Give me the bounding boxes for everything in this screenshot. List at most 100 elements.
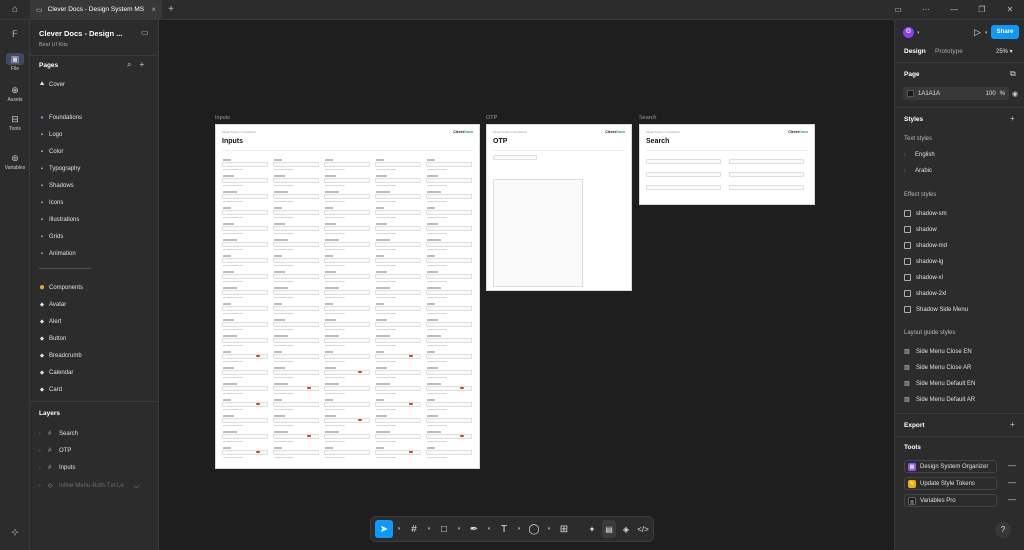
share-button[interactable]: Share [991, 25, 1019, 39]
layout-style-close-ar[interactable]: ▥ Side Menu Close AR [904, 364, 971, 372]
effect-style-shadow-2xl[interactable]: shadow-2xl [904, 290, 946, 297]
page-item-logo[interactable]: • Logo [39, 132, 62, 138]
layer-search[interactable]: › # Search [39, 431, 78, 437]
home-icon[interactable]: ⌂ [0, 0, 30, 20]
dev-mode-icon[interactable]: </> [636, 520, 650, 538]
more-icon[interactable]: ⋯ [912, 5, 940, 14]
remove-tool-icon[interactable]: — [1008, 478, 1016, 487]
frame-otp[interactable]: Design System / Foundations CleverDocs O… [486, 124, 632, 291]
page-color-field[interactable]: 1A1A1A 100 % [903, 87, 1009, 100]
frame-label-search[interactable]: Search [639, 115, 656, 121]
page-opacity-value[interactable]: 100 [986, 91, 996, 97]
page-item-card[interactable]: ◆ Card [39, 387, 62, 393]
actions-tool-icon[interactable]: ⊞ [555, 520, 573, 538]
page-item-breadcrumb[interactable]: ◆ Breadcrumb [39, 353, 82, 359]
effect-style-shadow-md[interactable]: shadow-md [904, 242, 947, 249]
canvas[interactable]: Inputs Design System / Foundations Cleve… [159, 20, 894, 550]
expand-icon[interactable]: › [39, 483, 44, 489]
page-item-calendar[interactable]: ◆ Calendar [39, 370, 73, 376]
layout-style-close-en[interactable]: ▥ Side Menu Close EN [904, 348, 972, 356]
ai-tool-icon[interactable]: ✦ [585, 520, 599, 538]
rail-assets[interactable]: ⊕ Assets [0, 84, 30, 103]
remove-tool-icon[interactable]: — [1008, 495, 1016, 504]
add-style-icon[interactable]: + [1010, 114, 1015, 123]
layer-otp[interactable]: › # OTP [39, 448, 71, 454]
tool-design-system-organizer[interactable]: ▦ Design System Organizer [904, 460, 997, 473]
shape-tool-icon[interactable]: □ [435, 520, 453, 538]
file-tab[interactable]: ▭ Clever Docs - Design System MS × [30, 0, 162, 20]
add-page-icon[interactable]: + [139, 60, 144, 70]
eye-icon[interactable]: ◉ [1012, 90, 1018, 98]
remove-tool-icon[interactable]: — [1008, 461, 1016, 470]
add-export-icon[interactable]: + [1010, 420, 1015, 429]
page-item-color[interactable]: • Color [39, 149, 63, 155]
page-item-typography[interactable]: • Typography [39, 166, 80, 172]
comment-tool-icon[interactable]: ◯ [525, 520, 543, 538]
new-tab-button[interactable]: + [162, 4, 180, 15]
text-tool-icon[interactable]: T [495, 520, 513, 538]
expand-icon[interactable]: › [904, 168, 910, 174]
tab-design[interactable]: Design [904, 48, 926, 55]
text-tool-caret-icon[interactable]: ▾ [516, 520, 522, 538]
rail-file[interactable]: ▣ File [0, 53, 30, 72]
tool-variables-pro[interactable]: ◎ Variables Pro [904, 494, 997, 507]
text-style-arabic[interactable]: › Arabic [904, 168, 932, 174]
zoom-level[interactable]: 25% ▾ [996, 48, 1013, 55]
sidebar-toggle-icon[interactable]: ▭ [141, 28, 149, 37]
layout-style-default-en[interactable]: ▥ Side Menu Default EN [904, 380, 975, 388]
effect-style-shadow-lg[interactable]: shadow-lg [904, 258, 943, 265]
page-item-button[interactable]: ◆ Button [39, 336, 66, 342]
page-item-animation[interactable]: • Animation [39, 251, 76, 257]
visibility-icon[interactable]: ◡ [134, 482, 139, 489]
tool-update-style-tokens[interactable]: ✎ Update Style Tokens [904, 477, 997, 490]
expand-icon[interactable]: › [39, 448, 44, 454]
layer-inline-menu[interactable]: › ◇ Inline-Menu-Both-Txt-Le ◡ [39, 482, 139, 490]
frame-search[interactable]: Design System / Foundations CleverDocs S… [639, 124, 815, 205]
page-item-grids[interactable]: • Grids [39, 234, 63, 240]
page-item-shadows[interactable]: • Shadows [39, 183, 74, 189]
text-style-english[interactable]: › English [904, 152, 935, 158]
page-item-foundations[interactable]: ● Foundations [39, 115, 82, 121]
move-tool-icon[interactable]: ➤ [375, 520, 393, 538]
effect-style-shadow-xl[interactable]: shadow-xl [904, 274, 943, 281]
page-item-cover[interactable]: ⛰ Cover [39, 81, 65, 88]
layout-mode-icon[interactable]: ▤ [602, 520, 616, 538]
tab-prototype[interactable]: Prototype [935, 48, 963, 55]
page-item-illustrations[interactable]: • Illustrations [39, 217, 79, 223]
comment-tool-caret-icon[interactable]: ▾ [546, 520, 552, 538]
page-item-components[interactable]: ⬢ Components [39, 285, 83, 291]
layout-style-default-ar[interactable]: ▥ Side Menu Default AR [904, 396, 975, 404]
effect-style-shadow-side-menu[interactable]: Shadow Side Menu [904, 306, 968, 313]
prototype-mode-icon[interactable]: ◈ [619, 520, 633, 538]
pen-tool-caret-icon[interactable]: ▾ [486, 520, 492, 538]
expand-icon[interactable]: › [39, 431, 44, 437]
help-button[interactable]: ? [995, 522, 1011, 538]
rail-variables[interactable]: ⊚ Variables [0, 152, 30, 171]
expand-icon[interactable]: › [39, 465, 44, 471]
frame-inputs[interactable]: Design System / Foundations CleverDocs I… [215, 124, 480, 469]
pen-tool-icon[interactable]: ✒ [465, 520, 483, 538]
move-tool-caret-icon[interactable]: ▾ [396, 520, 402, 538]
frame-label-inputs[interactable]: Inputs [215, 115, 230, 121]
avatar[interactable]: O [903, 27, 914, 38]
effect-style-shadow[interactable]: shadow [904, 226, 937, 233]
color-swatch[interactable] [907, 90, 914, 97]
effect-style-shadow-sm[interactable]: shadow-sm [904, 210, 947, 217]
maximize-icon[interactable]: ❐ [968, 5, 996, 14]
local-styles-icon[interactable]: ⧉ [1010, 69, 1016, 79]
close-tab-icon[interactable]: × [151, 5, 156, 14]
shape-tool-caret-icon[interactable]: ▾ [456, 520, 462, 538]
present-icon[interactable]: ▷ [974, 27, 981, 38]
add-collaborator-icon[interactable]: ⊹ [0, 526, 30, 538]
frame-label-otp[interactable]: OTP [486, 115, 497, 121]
page-item-avatar[interactable]: ◆ Avatar [39, 302, 66, 308]
panel-toggle-icon[interactable]: ▭ [884, 5, 912, 14]
page-item-alert[interactable]: ◆ Alert [39, 319, 61, 325]
frame-tool-icon[interactable]: # [405, 520, 423, 538]
minimize-icon[interactable]: — [940, 5, 968, 14]
page-item-icons[interactable]: • Icons [39, 200, 63, 206]
expand-icon[interactable]: › [904, 152, 910, 158]
present-caret-icon[interactable]: ▾ [985, 30, 988, 36]
rail-tools[interactable]: ⊟ Tools [0, 113, 30, 132]
avatar-caret-icon[interactable]: ▾ [917, 30, 920, 36]
